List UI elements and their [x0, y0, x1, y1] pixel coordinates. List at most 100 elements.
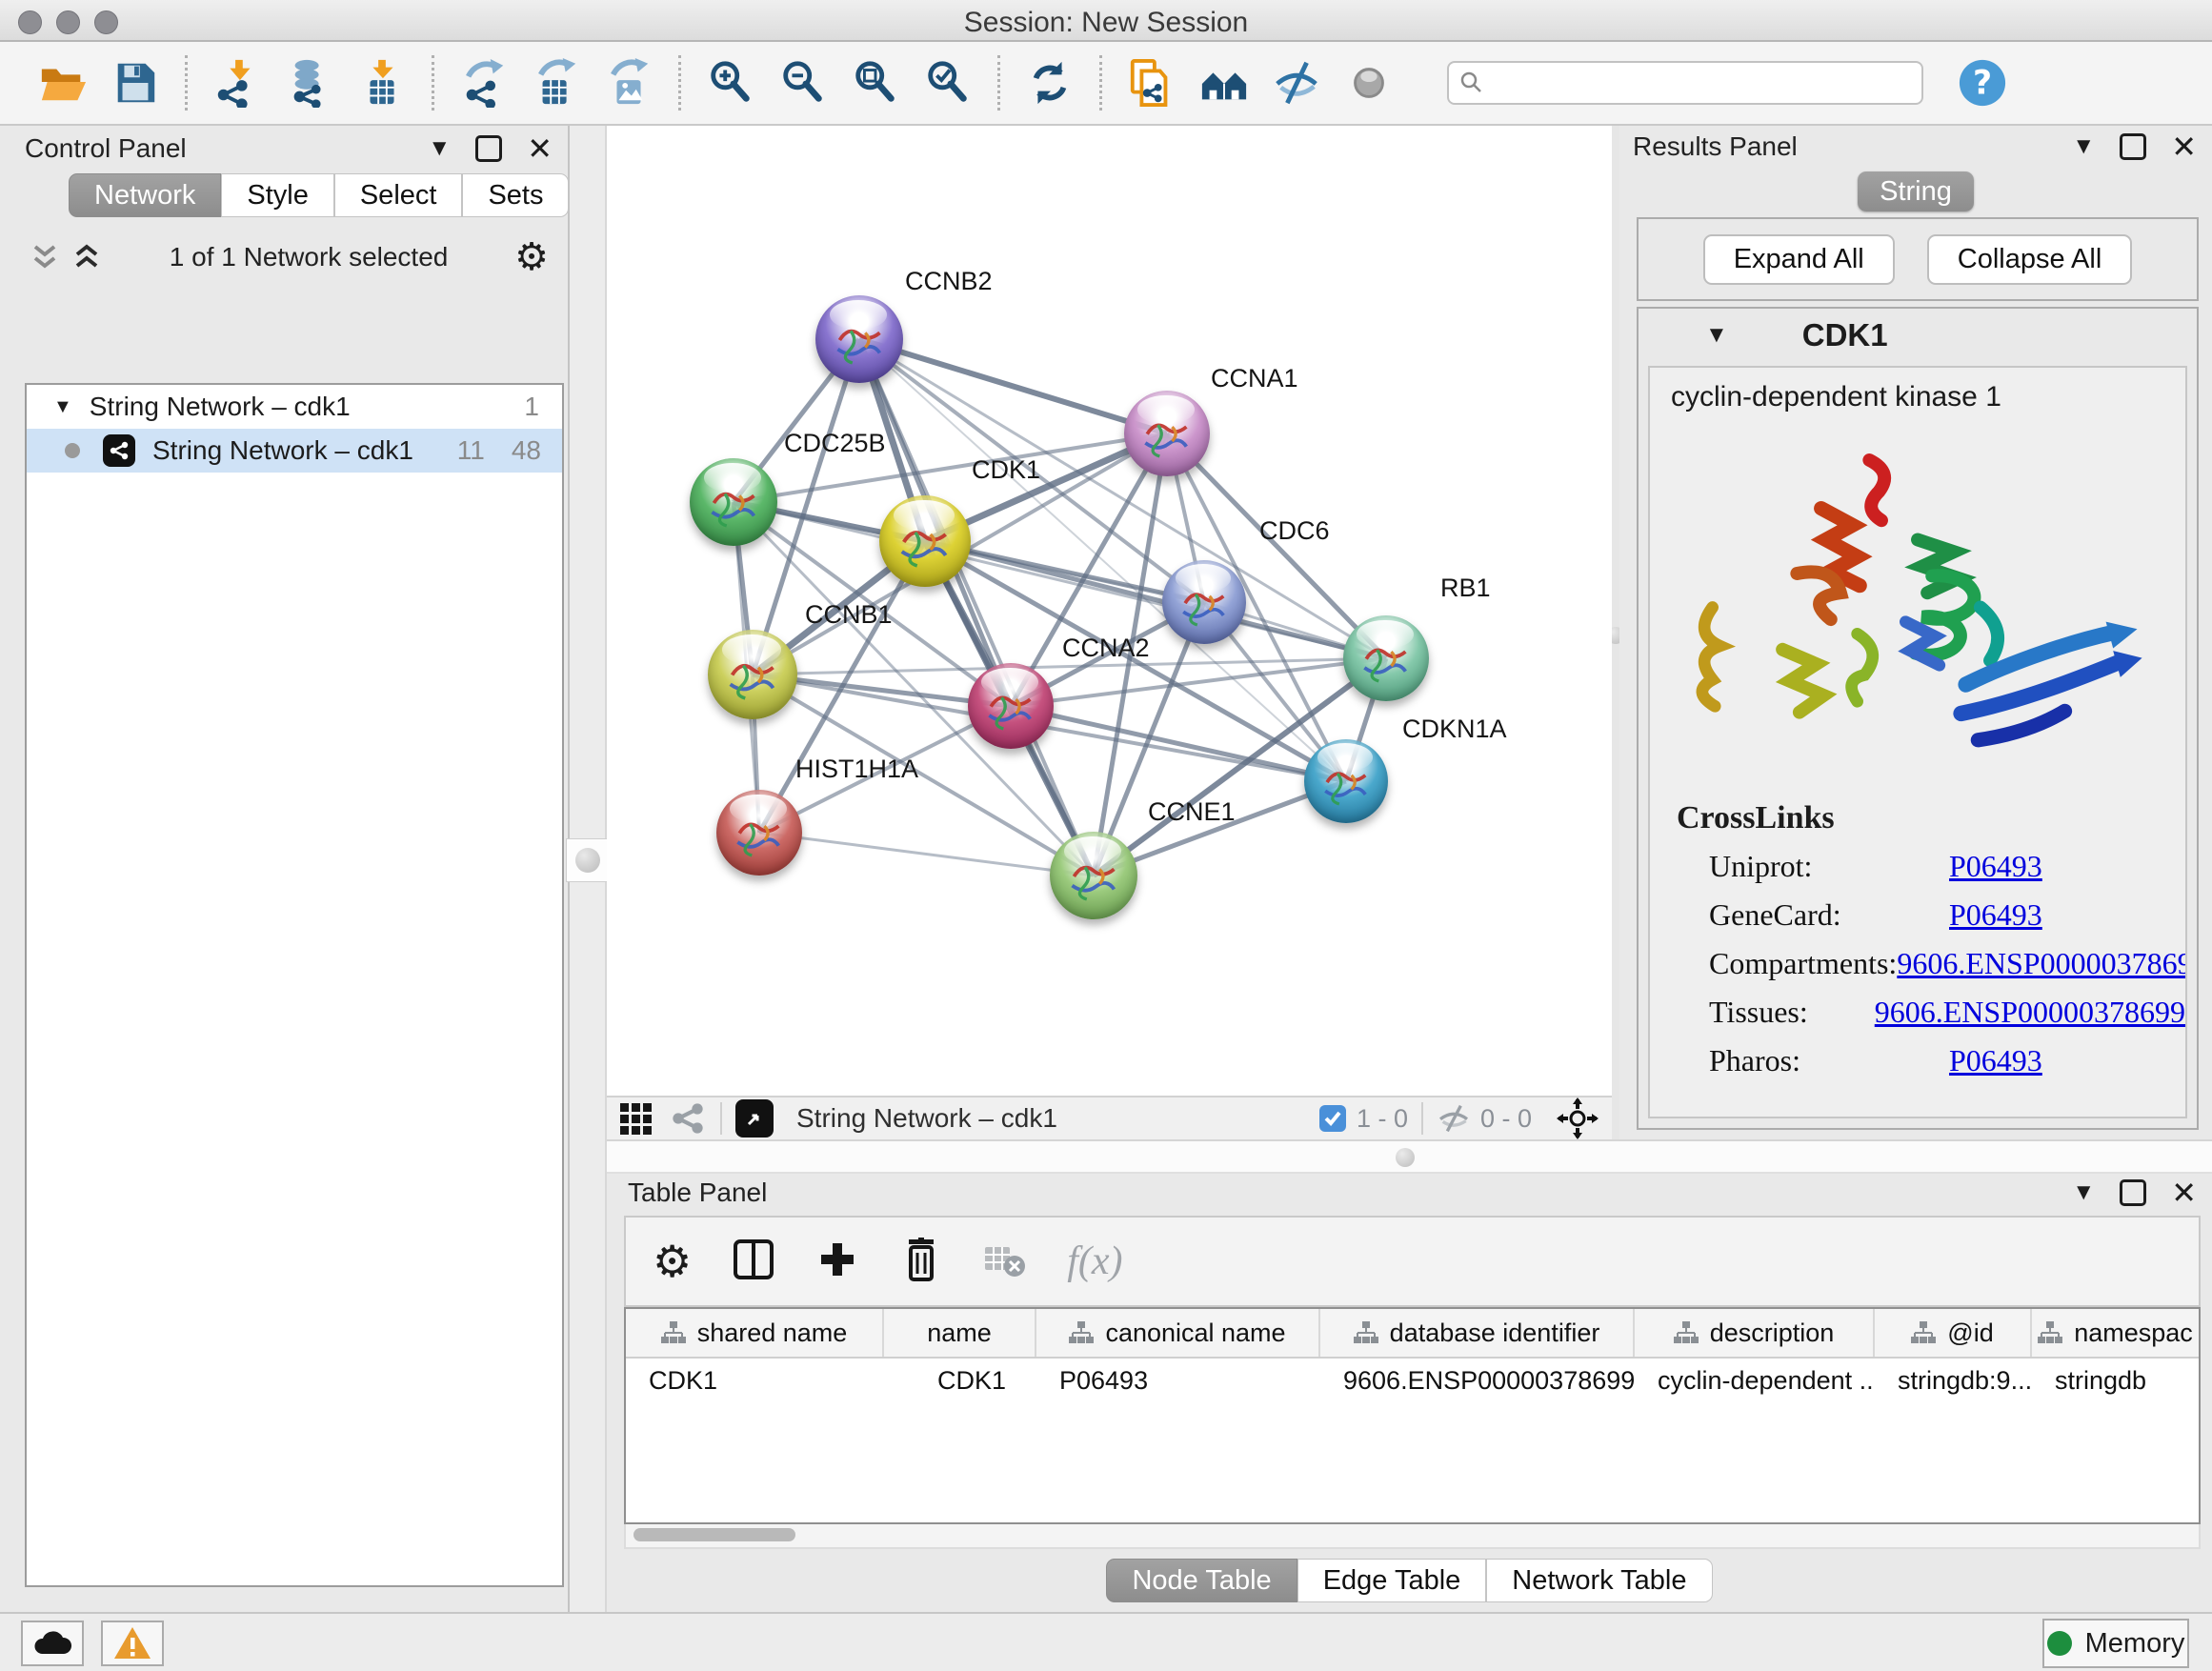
fit-selected-crosshair-icon[interactable] [1557, 1097, 1599, 1139]
cloud-status-button[interactable] [21, 1621, 84, 1666]
float-panel-icon[interactable] [2120, 1179, 2146, 1206]
tab-select[interactable]: Select [334, 173, 463, 217]
network-options-gear-icon[interactable]: ⚙ [514, 238, 549, 276]
expand-all-icon[interactable] [70, 243, 103, 272]
panel-menu-icon[interactable]: ▼ [2072, 135, 2095, 158]
show-columns-icon[interactable] [732, 1238, 775, 1286]
panel-menu-icon[interactable]: ▼ [428, 137, 451, 160]
crosslink-value-link[interactable]: 9606.ENSP00000378699 [1897, 946, 2187, 981]
view-results-splitter[interactable] [1612, 126, 1619, 1139]
crosslink-value-link[interactable]: P06493 [1949, 1043, 2042, 1078]
add-column-icon[interactable] [815, 1238, 859, 1286]
tree-expander-icon[interactable]: ▼ [53, 396, 72, 418]
column-header-namespace[interactable]: namespac [2032, 1309, 2199, 1357]
search-field[interactable] [1447, 61, 1923, 105]
help-button[interactable]: ? [1956, 56, 2009, 110]
function-builder-icon[interactable]: f(x) [1067, 1238, 1122, 1284]
home-button[interactable] [1197, 56, 1251, 110]
open-session-button[interactable] [36, 56, 90, 110]
close-panel-icon[interactable]: ✕ [2171, 1178, 2197, 1208]
view-grid-icon[interactable] [620, 1103, 652, 1135]
warnings-button[interactable] [101, 1621, 164, 1666]
delete-column-icon[interactable] [899, 1238, 943, 1286]
table-row[interactable]: CDK1 CDK1 P06493 9606.ENSP00000378699 cy… [626, 1359, 2199, 1402]
import-network-from-database-button[interactable] [283, 56, 336, 110]
tab-node-table[interactable]: Node Table [1106, 1559, 1297, 1602]
zoom-fit-button[interactable] [849, 56, 902, 110]
expand-all-button[interactable]: Expand All [1703, 234, 1895, 285]
node-CDC6[interactable] [1162, 560, 1246, 644]
node-HIST1H1A[interactable] [716, 790, 802, 876]
share-document-button[interactable] [1125, 56, 1178, 110]
view-share-icon[interactable] [669, 1099, 707, 1137]
export-table-button[interactable] [530, 56, 583, 110]
view-table-splitter[interactable] [607, 1139, 2212, 1174]
edge-HIST1H1A-CCNE1[interactable] [759, 833, 1094, 876]
network-canvas[interactable]: CCNB2CCNA1CDC25BCDK1CDC6RB1CCNB1CCNA2CDK… [607, 126, 1612, 1096]
tab-sets[interactable]: Sets [462, 173, 569, 217]
cell-name[interactable]: CDK1 [884, 1366, 1036, 1396]
zoom-out-button[interactable] [776, 56, 830, 110]
tab-network-table[interactable]: Network Table [1486, 1559, 1712, 1602]
node-CCNB1[interactable] [708, 630, 797, 719]
tab-style[interactable]: Style [221, 173, 333, 217]
node-CCNE1[interactable] [1050, 832, 1137, 919]
node-CCNB2[interactable] [815, 295, 903, 383]
crosslink-value-link[interactable]: P06493 [1949, 897, 2042, 933]
column-header-id[interactable]: @id [1875, 1309, 2032, 1357]
cell-canonical-name[interactable]: P06493 [1036, 1366, 1320, 1396]
cell-namespace[interactable]: stringdb [2032, 1366, 2199, 1396]
node-RB1[interactable] [1343, 615, 1429, 701]
import-table-button[interactable] [355, 56, 409, 110]
tab-string[interactable]: String [1858, 171, 1974, 211]
save-session-button[interactable] [109, 56, 162, 110]
zoom-in-button[interactable] [704, 56, 757, 110]
edge-CCNB2-CCNA1[interactable] [859, 339, 1167, 433]
table-options-gear-icon[interactable]: ⚙ [653, 1239, 692, 1283]
float-panel-icon[interactable] [475, 135, 502, 162]
splitter-handle[interactable] [566, 838, 610, 882]
node-CDC25B[interactable] [690, 458, 777, 546]
collapse-all-icon[interactable] [29, 243, 61, 272]
panel-menu-icon[interactable]: ▼ [2072, 1181, 2095, 1204]
checkbox-icon[interactable] [1318, 1104, 1347, 1133]
node-CCNA2[interactable] [968, 663, 1054, 749]
scrollbar-thumb[interactable] [633, 1528, 795, 1541]
edge-CCNB2-CCNE1[interactable] [859, 339, 1094, 876]
hide-panels-button[interactable] [1270, 56, 1323, 110]
node-CCNA1[interactable] [1124, 391, 1210, 476]
collapse-all-button[interactable]: Collapse All [1927, 234, 2133, 285]
panel-splitter-vertical[interactable] [570, 126, 607, 1612]
crosslink-value-link[interactable]: P06493 [1949, 849, 2042, 884]
column-header-name[interactable]: name [884, 1309, 1036, 1357]
memory-button[interactable]: Memory [2042, 1619, 2189, 1668]
cell-description[interactable]: cyclin-dependent ... [1635, 1366, 1875, 1396]
section-expander-icon[interactable]: ▼ [1705, 324, 1728, 347]
node-CDKN1A[interactable] [1304, 739, 1388, 823]
crosslink-value-link[interactable]: 9606.ENSP00000378699 [1875, 995, 2185, 1030]
show-panels-button[interactable] [1342, 56, 1396, 110]
cell-shared-name[interactable]: CDK1 [626, 1366, 884, 1396]
close-panel-icon[interactable]: ✕ [2171, 131, 2197, 162]
zoom-selected-button[interactable] [921, 56, 975, 110]
export-network-button[interactable] [457, 56, 511, 110]
birds-eye-view-icon[interactable] [735, 1099, 774, 1137]
edge-CDK1-RB1[interactable] [925, 541, 1386, 658]
column-header-shared-name[interactable]: shared name [626, 1309, 884, 1357]
tab-network[interactable]: Network [69, 173, 221, 217]
column-header-canonical-name[interactable]: canonical name [1036, 1309, 1320, 1357]
export-image-button[interactable] [602, 56, 655, 110]
float-panel-icon[interactable] [2120, 133, 2146, 160]
close-panel-icon[interactable]: ✕ [527, 133, 553, 164]
splitter-handle[interactable] [1396, 1148, 1415, 1167]
table-horizontal-scrollbar[interactable] [624, 1524, 2201, 1549]
gene-section-header[interactable]: ▼ CDK1 [1639, 309, 2197, 362]
cell-database-identifier[interactable]: 9606.ENSP00000378699 [1320, 1366, 1635, 1396]
delete-table-icon[interactable] [983, 1238, 1027, 1286]
tab-edge-table[interactable]: Edge Table [1297, 1559, 1487, 1602]
cell-id[interactable]: stringdb:9... [1875, 1366, 2032, 1396]
network-row-selected[interactable]: String Network – cdk1 11 48 [27, 429, 562, 473]
node-CDK1[interactable] [879, 495, 971, 587]
network-collection-row[interactable]: ▼ String Network – cdk1 1 [27, 385, 562, 429]
search-input[interactable] [1485, 63, 1921, 103]
